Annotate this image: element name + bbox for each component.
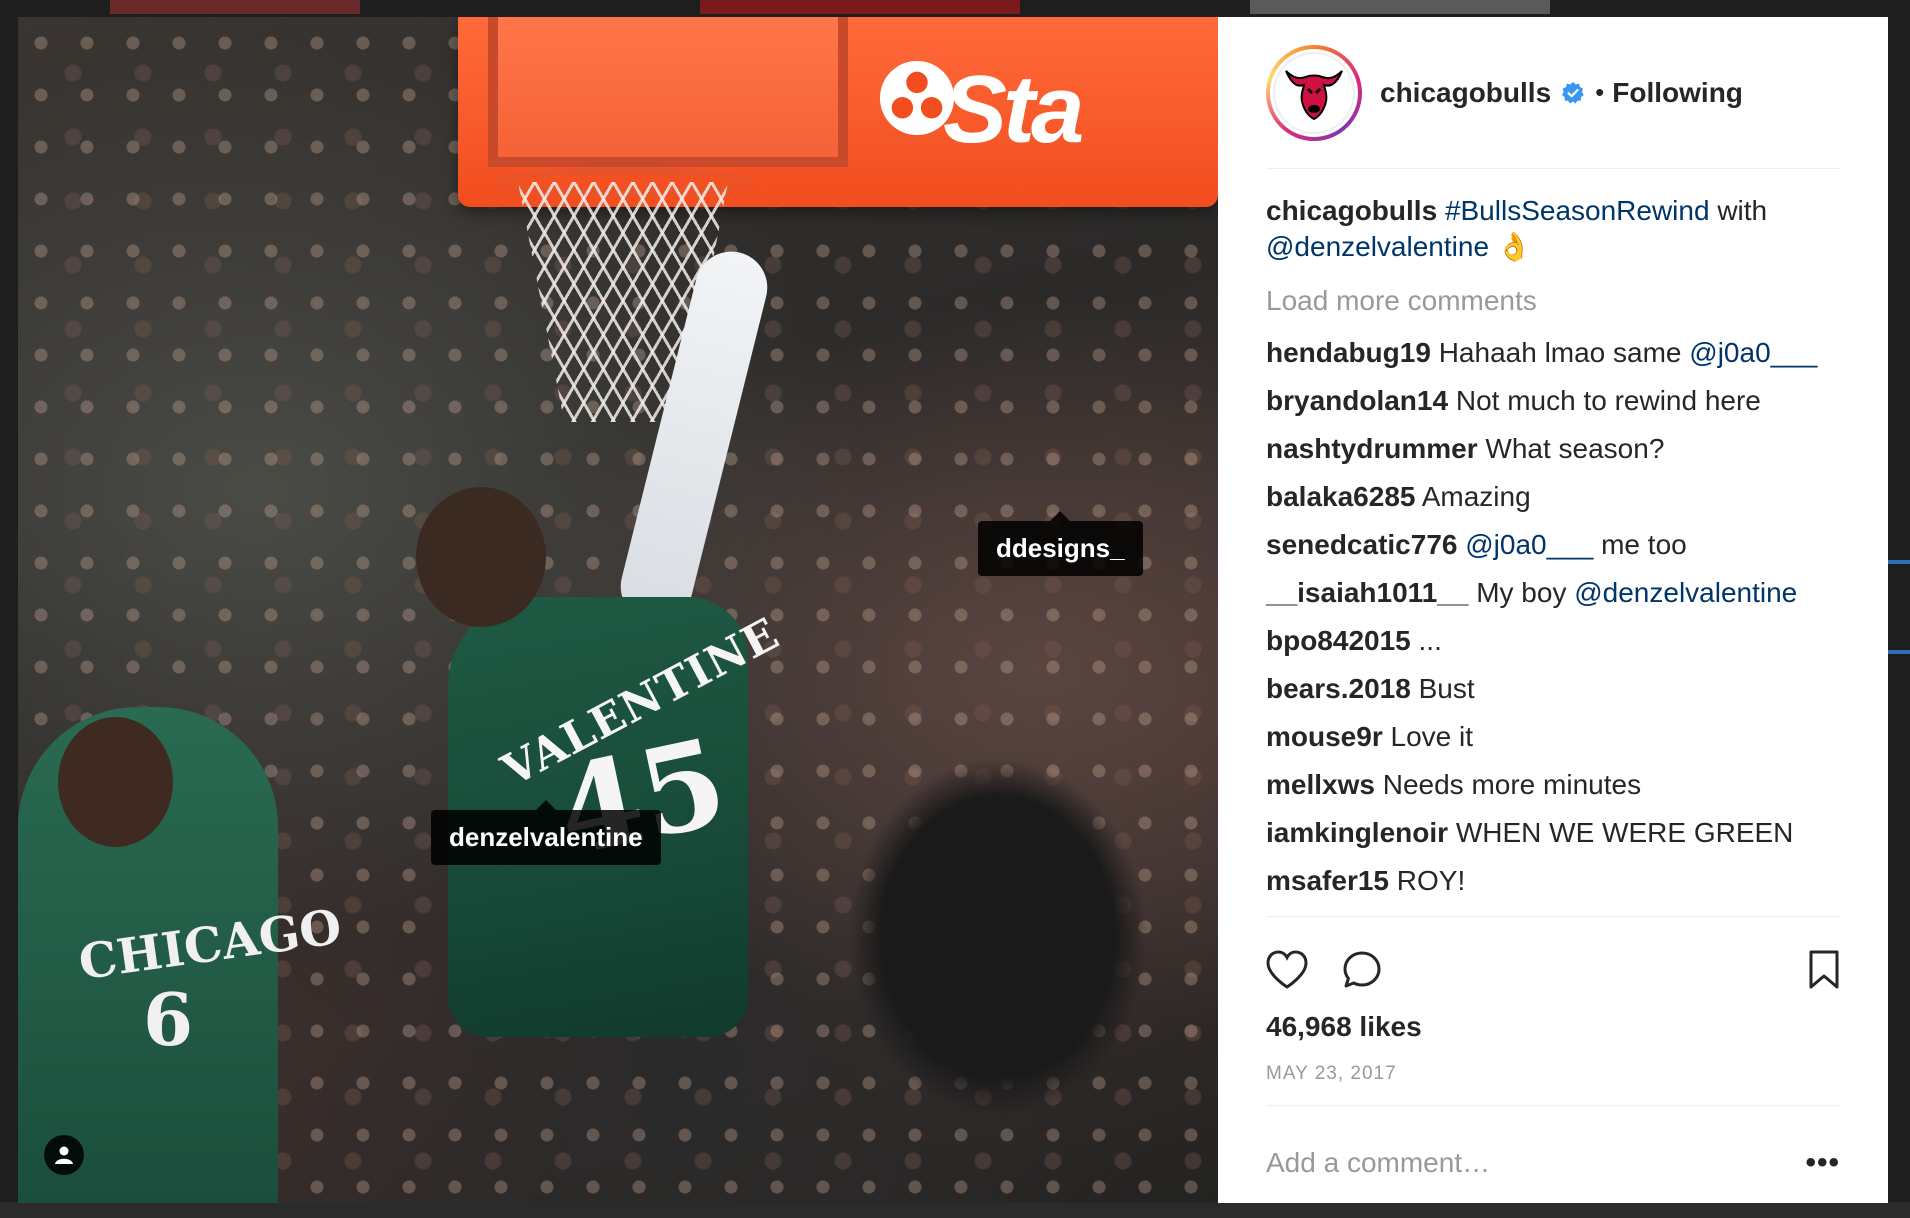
comment-text: Not much to rewind here (1455, 385, 1761, 416)
photo-tag-ddesigns[interactable]: ddesigns_ (978, 511, 1143, 576)
caption-hashtag[interactable]: #BullsSeasonRewind (1445, 195, 1710, 226)
comment-username[interactable]: mouse9r (1266, 721, 1383, 752)
comment-row: bpo842015 ... (1266, 623, 1840, 659)
comment-row: nashtydrummer What season? (1266, 431, 1840, 467)
caption-username[interactable]: chicagobulls (1266, 195, 1437, 226)
backdrop-accent (1888, 560, 1910, 564)
comment-text: ... (1418, 625, 1442, 656)
comment-username[interactable]: balaka6285 (1266, 481, 1415, 512)
backdrop-strip (1250, 0, 1550, 14)
backdrop-strip (700, 0, 1020, 14)
backdrop-strip (110, 0, 360, 14)
backdrop-accent (1888, 650, 1910, 654)
comment-text: What season? (1485, 433, 1665, 464)
add-comment-input[interactable] (1266, 1147, 1806, 1179)
comment-username[interactable]: iamkinglenoir (1266, 817, 1448, 848)
comment-row: msafer15 ROY! (1266, 863, 1840, 899)
comment-text: Amazing (1421, 481, 1531, 512)
comment-username[interactable]: bears.2018 (1266, 673, 1411, 704)
comment-row: senedcatic776 @j0a0___ me too (1266, 527, 1840, 563)
comment-row: hendabug19 Hahaah lmao same @j0a0___ (1266, 335, 1840, 371)
following-button[interactable]: Following (1612, 77, 1743, 109)
comment-row: bears.2018 Bust (1266, 671, 1840, 707)
comment-mention[interactable]: @j0a0___ (1465, 529, 1593, 560)
heart-icon[interactable] (1266, 950, 1308, 990)
load-more-comments-button[interactable]: Load more comments (1266, 283, 1840, 319)
backboard-glass (488, 17, 848, 167)
post-username[interactable]: chicagobulls (1380, 77, 1551, 109)
comment-row: iamkinglenoir WHEN WE WERE GREEN (1266, 815, 1840, 851)
comment-text: WHEN WE WERE GREEN (1455, 817, 1794, 848)
bulls-logo-icon (1285, 69, 1343, 120)
foreground-blur (848, 757, 1148, 1117)
comment-mention[interactable]: @j0a0___ (1689, 337, 1817, 368)
ok-hand-emoji: 👌 (1496, 231, 1532, 262)
comment-row: balaka6285 Amazing (1266, 479, 1840, 515)
comment-row: __isaiah1011__ My boy @denzelvalentine (1266, 575, 1840, 611)
comment-text: Bust (1418, 673, 1475, 704)
comment-username[interactable]: bryandolan14 (1266, 385, 1448, 416)
user-tags-button[interactable] (44, 1135, 84, 1175)
comment-username[interactable]: bpo842015 (1266, 625, 1411, 656)
post-date[interactable]: MAY 23, 2017 (1266, 1063, 1840, 1106)
likes-count[interactable]: 46,968 likes (1266, 1011, 1840, 1043)
comment-mention[interactable]: @denzelvalentine (1574, 577, 1797, 608)
bookmark-icon[interactable] (1808, 950, 1840, 990)
teammate-head (58, 717, 173, 847)
separator-dot: • (1595, 77, 1605, 107)
post-modal: Sta CHICAGO 6 VALENTINE 45 ddesigns_ den… (18, 17, 1888, 1203)
comment-text-after: me too (1593, 529, 1687, 560)
caption-mention[interactable]: @denzelvalentine (1266, 231, 1489, 262)
comment-text: Needs more minutes (1382, 769, 1642, 800)
comment-icon[interactable] (1342, 950, 1382, 990)
comment-username[interactable]: hendabug19 (1266, 337, 1431, 368)
comment-row: mouse9r Love it (1266, 719, 1840, 755)
comment-text: Hahaah lmao same (1438, 337, 1690, 368)
comment-row: bryandolan14 Not much to rewind here (1266, 383, 1840, 419)
add-comment-row: ••• (1266, 1106, 1840, 1218)
comment-username[interactable]: nashtydrummer (1266, 433, 1478, 464)
player-head (416, 487, 546, 627)
comment-text: My boy (1476, 577, 1575, 608)
comment-username[interactable]: __isaiah1011__ (1266, 577, 1468, 608)
comment-row: mellxws Needs more minutes (1266, 767, 1840, 803)
comments-list: chicagobulls #BullsSeasonRewind with @de… (1266, 169, 1840, 917)
comment-text: Love it (1390, 721, 1474, 752)
post-photo[interactable]: Sta CHICAGO 6 VALENTINE 45 ddesigns_ den… (18, 17, 1218, 1203)
post-details-panel: chicagobulls • Following chicagobulls #B… (1218, 17, 1888, 1203)
post-caption: chicagobulls #BullsSeasonRewind with @de… (1266, 193, 1840, 265)
comment-username[interactable]: mellxws (1266, 769, 1375, 800)
avatar[interactable] (1266, 44, 1362, 141)
teammate-jersey-number: 6 (143, 977, 194, 1062)
caption-text: with (1709, 195, 1768, 226)
photo-tag-denzelvalentine[interactable]: denzelvalentine (431, 800, 661, 865)
sponsor-text: Sta (943, 56, 1084, 163)
comment-username[interactable]: senedcatic776 (1266, 529, 1457, 560)
comment-username[interactable]: msafer15 (1266, 865, 1389, 896)
verified-badge-icon (1562, 81, 1584, 104)
more-options-button[interactable]: ••• (1805, 1146, 1840, 1180)
action-bar (1266, 917, 1840, 1001)
post-header: chicagobulls • Following (1266, 17, 1840, 169)
user-icon (55, 1146, 73, 1164)
comment-text: ROY! (1396, 865, 1466, 896)
